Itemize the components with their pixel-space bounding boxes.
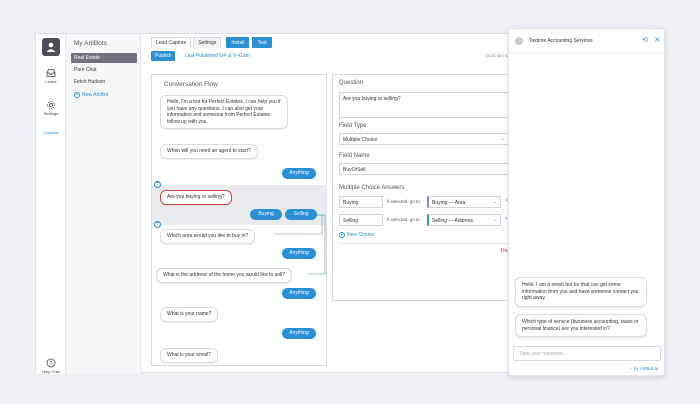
powered-by-label: by ArtiBot.ai bbox=[633, 366, 658, 371]
field-type-value: Multiple Choice bbox=[343, 137, 378, 143]
bot-list: My ArtiBots Real Estate Pure Chat Fetch … bbox=[66, 34, 141, 374]
mc-if-text-2: if selected, go to bbox=[387, 217, 420, 222]
new-choice-button[interactable]: + New Choice bbox=[339, 232, 374, 238]
chat-widget: Taxtime Accounting Services ⟲ ✕ Hello, I… bbox=[508, 28, 666, 376]
company-logo-icon bbox=[515, 37, 523, 45]
test-button[interactable]: Test bbox=[252, 37, 272, 48]
install-button[interactable]: Install bbox=[226, 37, 250, 48]
chat-bot-message-1: Hello, I am a smart bot for that can get… bbox=[515, 277, 647, 307]
flow-connectors bbox=[274, 214, 326, 275]
user-icon bbox=[46, 42, 56, 52]
inbox-icon bbox=[46, 69, 56, 77]
chat-header: Taxtime Accounting Services ⟲ ✕ bbox=[509, 29, 666, 53]
mc-answer-input-2[interactable]: Selling bbox=[339, 214, 383, 226]
mc-goto-select-2[interactable]: Selling — Address ⌄ bbox=[427, 214, 501, 226]
field-name-input[interactable]: BuyOrSell bbox=[339, 163, 509, 175]
chat-bot-message-2: Which type of service (business accounti… bbox=[515, 314, 647, 337]
left-nav: Leads Settings Upgrade ? Help Chat bbox=[36, 34, 66, 374]
toolbar: Publish Last Published 5/4 at 9:41am Dra… bbox=[151, 51, 546, 64]
chat-response-input[interactable]: Type your response... bbox=[513, 346, 661, 361]
mc-goto-value-2: Selling — Address bbox=[432, 218, 473, 224]
nav-upgrade[interactable]: Upgrade bbox=[36, 130, 66, 135]
bot-item-fetch-hudson[interactable]: Fetch Hudson bbox=[71, 77, 137, 87]
nav-help[interactable]: ? Help Chat bbox=[36, 358, 66, 374]
mc-answer-input-1[interactable]: Buying bbox=[339, 196, 383, 208]
account-avatar[interactable] bbox=[42, 38, 60, 56]
field-name-label: Field Name bbox=[339, 153, 370, 159]
editor-tabs: Lead Capture Settings Install Test bbox=[151, 37, 272, 48]
nav-settings[interactable]: Settings bbox=[36, 100, 66, 116]
new-choice-label: New Choice bbox=[347, 232, 374, 238]
gear-icon bbox=[47, 101, 55, 109]
mc-answers-label: Multiple Choice Answers bbox=[339, 185, 405, 191]
tab-settings[interactable]: Settings bbox=[193, 37, 222, 48]
mc-goto-select-1[interactable]: Buying — Area ⌄ bbox=[427, 196, 501, 208]
conversation-flow: Conversation Flow Hello, I'm a bot for P… bbox=[151, 74, 327, 366]
bot-item-pure-chat[interactable]: Pure Chat bbox=[71, 65, 137, 75]
bot-list-title: My ArtiBots bbox=[74, 40, 107, 47]
chevron-down-icon: ⌄ bbox=[492, 199, 497, 205]
nav-help-label: Help Chat bbox=[42, 369, 60, 374]
question-label: Question bbox=[339, 80, 364, 86]
close-icon[interactable]: ✕ bbox=[654, 36, 660, 44]
lightning-icon: ⚡ bbox=[629, 366, 633, 371]
main-editor: Lead Capture Settings Install Test Publi… bbox=[141, 34, 546, 374]
nav-leads[interactable]: Leads bbox=[36, 68, 66, 84]
chevron-down-icon: ⌄ bbox=[492, 217, 497, 223]
nav-settings-label: Settings bbox=[43, 111, 59, 116]
field-type-label: Field Type bbox=[339, 123, 367, 129]
reset-icon[interactable]: ⟲ bbox=[642, 36, 648, 44]
new-bot-button[interactable]: + New ArtiBot bbox=[74, 92, 108, 98]
bot-item-real-estate[interactable]: Real Estate bbox=[71, 53, 137, 63]
plus-icon: + bbox=[339, 232, 345, 238]
last-published-link[interactable]: Last Published 5/4 at 9:41am bbox=[185, 53, 250, 59]
powered-by-link[interactable]: ⚡ by ArtiBot.ai bbox=[630, 366, 658, 372]
mc-goto-value-1: Buying — Area bbox=[432, 200, 466, 206]
mc-if-text-1: if selected, go to bbox=[387, 199, 420, 204]
new-bot-label: New ArtiBot bbox=[82, 92, 109, 98]
svg-text:?: ? bbox=[49, 361, 52, 367]
publish-button[interactable]: Publish bbox=[151, 51, 176, 61]
chat-title: Taxtime Accounting Services bbox=[529, 38, 593, 44]
plus-icon: + bbox=[74, 92, 80, 98]
nav-leads-label: Leads bbox=[45, 79, 57, 84]
chevron-down-icon: ⌄ bbox=[500, 136, 505, 142]
tab-lead-capture[interactable]: Lead Capture bbox=[151, 37, 192, 48]
field-type-select[interactable]: Multiple Choice ⌄ bbox=[339, 133, 509, 145]
help-icon: ? bbox=[46, 358, 56, 368]
